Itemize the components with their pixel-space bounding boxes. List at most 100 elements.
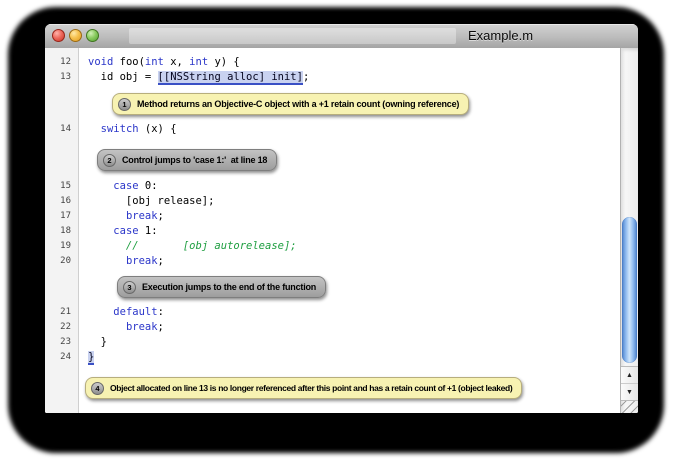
code-token: int	[145, 56, 164, 68]
line-number: 23	[45, 335, 71, 350]
scroll-down-arrow-icon[interactable]: ▼	[621, 383, 638, 400]
code-text: case 0:	[88, 179, 158, 194]
annotation-text: Object allocated on line 13 is no longer…	[110, 383, 512, 393]
code-token	[88, 225, 113, 237]
code-token: case	[113, 225, 138, 237]
code-editor[interactable]: 1112void foo(int x, int y) {13 id obj = …	[45, 48, 638, 413]
vertical-scrollbar[interactable]: ▲ ▼	[620, 48, 638, 413]
line-number: 12	[45, 55, 71, 70]
line-number: 11	[45, 48, 71, 54]
code-text: }	[88, 335, 107, 350]
annotation-bubble-4[interactable]: 4 Object allocated on line 13 is no longe…	[85, 377, 522, 399]
annotation-bubble-2[interactable]: 2Control jumps to 'case 1:' at line 18	[97, 149, 277, 171]
code-token	[88, 123, 101, 135]
code-token: 0:	[139, 180, 158, 192]
code-text: switch (x) {	[88, 122, 177, 137]
code-line[interactable]: 13 id obj = [[NSString alloc] init];	[45, 70, 620, 85]
code-token: x,	[164, 56, 189, 68]
code-token: ;	[158, 255, 164, 267]
code-text: }	[88, 350, 94, 365]
code-token: case	[113, 180, 138, 192]
code-line[interactable]: 23 }	[45, 335, 620, 350]
analyzer-highlight: [[NSString alloc] init]	[158, 71, 303, 85]
annotation-text: Method returns an Objective-C object wit…	[137, 99, 459, 109]
code-token: (x) {	[139, 123, 177, 135]
code-text: break;	[88, 209, 164, 224]
code-token	[88, 210, 126, 222]
line-number: 22	[45, 320, 71, 335]
code-line[interactable]: 12void foo(int x, int y) {	[45, 55, 620, 70]
analyzer-highlight: }	[88, 351, 94, 365]
close-button[interactable]	[52, 29, 65, 42]
code-line[interactable]: 24}	[45, 350, 620, 365]
title-bar-highlight-strip	[129, 28, 456, 44]
code-token: int	[189, 56, 208, 68]
code-text: break;	[88, 254, 164, 269]
code-text: case 1:	[88, 224, 158, 239]
code-token: ;	[158, 210, 164, 222]
code-line[interactable]: 21 default:	[45, 305, 620, 320]
line-number: 13	[45, 70, 71, 85]
annotation-bubble-3[interactable]: 3 Execution jumps to the end of the funct…	[117, 276, 326, 298]
code-line[interactable]: 16 [obj release];	[45, 194, 620, 209]
line-number: 19	[45, 239, 71, 254]
window-title: Example.m	[468, 28, 533, 43]
code-token: foo(	[113, 56, 145, 68]
zoom-button[interactable]	[86, 29, 99, 42]
code-rows: 1112void foo(int x, int y) {13 id obj = …	[45, 48, 620, 413]
code-token: [obj release];	[88, 195, 214, 207]
code-token: }	[88, 336, 107, 348]
code-text: void foo(int x, int y) {	[88, 55, 240, 70]
code-token: // [obj autorelease];	[88, 240, 297, 252]
code-token: ;	[158, 321, 164, 333]
code-token: break	[126, 321, 158, 333]
code-token: default	[113, 306, 157, 318]
code-token: :	[158, 306, 164, 318]
code-token: 1:	[139, 225, 158, 237]
code-line[interactable]: 11	[45, 48, 620, 54]
minimize-button[interactable]	[69, 29, 82, 42]
code-token	[88, 321, 126, 333]
code-line[interactable]: 17 break;	[45, 209, 620, 224]
code-token: y) {	[208, 56, 240, 68]
code-line[interactable]: 20 break;	[45, 254, 620, 269]
code-token	[88, 180, 113, 192]
resize-grip-icon[interactable]	[621, 400, 638, 413]
line-number: 21	[45, 305, 71, 320]
step-number-badge: 3	[123, 281, 136, 294]
code-text: id obj = [[NSString alloc] init];	[88, 70, 309, 85]
line-number: 24	[45, 350, 71, 365]
title-bar[interactable]: Example.m	[45, 24, 638, 49]
code-text: break;	[88, 320, 164, 335]
line-number: 17	[45, 209, 71, 224]
code-text: // [obj autorelease];	[88, 239, 297, 254]
annotation-text: Control jumps to 'case 1:' at line 18	[122, 155, 267, 165]
code-token: break	[126, 210, 158, 222]
code-token: void	[88, 56, 113, 68]
code-token: id obj =	[88, 71, 158, 83]
code-line[interactable]: 14 switch (x) {	[45, 122, 620, 137]
line-number: 15	[45, 179, 71, 194]
step-number-badge: 1	[118, 98, 131, 111]
code-line[interactable]: 22 break;	[45, 320, 620, 335]
annotation-text: Execution jumps to the end of the functi…	[142, 282, 316, 292]
code-text: default:	[88, 305, 164, 320]
step-number-badge: 4	[91, 382, 104, 395]
screenshot-canvas: Example.m 1112void foo(int x, int y) {13…	[0, 0, 675, 467]
line-number: 16	[45, 194, 71, 209]
code-token	[88, 255, 126, 267]
code-token: ;	[303, 71, 309, 83]
example-m-window: Example.m 1112void foo(int x, int y) {13…	[45, 24, 638, 413]
scrollbar-thumb[interactable]	[622, 217, 637, 363]
code-line[interactable]: 19 // [obj autorelease];	[45, 239, 620, 254]
code-text: [obj release];	[88, 194, 214, 209]
code-line[interactable]: 15 case 0:	[45, 179, 620, 194]
scroll-up-arrow-icon[interactable]: ▲	[621, 366, 638, 383]
code-token	[88, 306, 113, 318]
code-line[interactable]: 18 case 1:	[45, 224, 620, 239]
code-token: break	[126, 255, 158, 267]
line-number: 14	[45, 122, 71, 137]
annotation-bubble-1[interactable]: 1 Method returns an Objective-C object wi…	[112, 93, 469, 115]
line-number: 18	[45, 224, 71, 239]
line-number: 20	[45, 254, 71, 269]
